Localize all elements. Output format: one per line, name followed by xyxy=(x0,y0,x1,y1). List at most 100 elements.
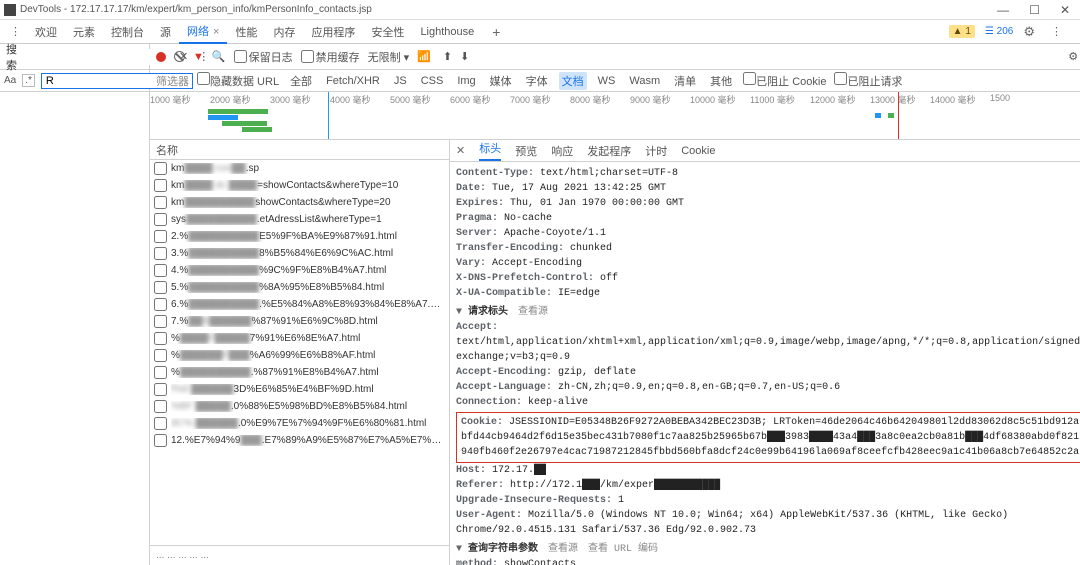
filter-media[interactable]: 媒体 xyxy=(487,72,515,90)
table-row[interactable]: 4.%██████████%9C%9F%E8%B4%A7.html xyxy=(150,262,449,279)
dtab-cookies[interactable]: Cookie xyxy=(681,145,715,157)
filter-other[interactable]: 其他 xyxy=(707,72,735,90)
view-source-link[interactable]: 查看源 xyxy=(518,305,548,320)
table-row[interactable]: 3.%██████████8%B5%84%E6%9C%AC.html xyxy=(150,245,449,262)
blocked-req-checkbox[interactable]: 已阻止请求 xyxy=(834,72,902,89)
query-string-section[interactable]: ▼查询字符串参数查看源查看 URL 编码 xyxy=(456,542,1080,557)
kebab-icon[interactable]: ⋮ xyxy=(4,25,27,38)
tab-sources[interactable]: 源 xyxy=(152,20,179,44)
table-row[interactable]: km████ con██.sp xyxy=(150,160,449,177)
table-row[interactable]: f%8 ██████3D%E6%85%E4%BF%9D.html xyxy=(150,381,449,398)
row-checkbox[interactable] xyxy=(154,162,167,175)
table-row[interactable]: km██████████showContacts&whereType=20 xyxy=(150,194,449,211)
view-url-encoded-link[interactable]: 查看 URL 编码 xyxy=(588,542,658,557)
wifi-icon[interactable]: 📶 xyxy=(417,50,431,63)
tab-application[interactable]: 应用程序 xyxy=(303,20,363,44)
tab-console[interactable]: 控制台 xyxy=(103,20,152,44)
row-checkbox[interactable] xyxy=(154,213,167,226)
tab-lighthouse[interactable]: Lighthouse xyxy=(412,22,482,42)
window-max-button[interactable]: ☐ xyxy=(1023,3,1046,17)
tab-memory[interactable]: 内存 xyxy=(265,20,303,44)
filter-fetchxhr[interactable]: Fetch/XHR xyxy=(323,74,383,88)
network-toolbar: ▼ 🔍 保留日志 禁用缓存 无限制 ▾ 📶 ⬆ ⬇ ⚙ xyxy=(150,44,1080,70)
row-checkbox[interactable] xyxy=(154,230,167,243)
row-checkbox[interactable] xyxy=(154,247,167,260)
table-row[interactable]: %████F█████7%91%E6%8E%A7.html xyxy=(150,330,449,347)
table-row[interactable]: 2.%██████████E5%9F%BA%E9%87%91.html xyxy=(150,228,449,245)
filter-all[interactable]: 全部 xyxy=(287,72,315,90)
filter-img[interactable]: Img xyxy=(454,74,478,88)
upload-icon[interactable]: ⬆ xyxy=(443,50,452,63)
row-checkbox[interactable] xyxy=(154,349,167,362)
table-row[interactable]: 9C% ██████.0%E9%7E%7%94%9F%E6%80%81.html xyxy=(150,415,449,432)
block-cookie-checkbox[interactable]: 已阻止 Cookie xyxy=(743,72,826,89)
message-badge[interactable]: ☰ 206 xyxy=(985,26,1013,37)
tab-welcome[interactable]: 欢迎 xyxy=(27,20,65,44)
req-uir: Upgrade-Insecure-Requests: 1 xyxy=(456,493,1080,508)
table-row[interactable]: 7.%██B██████%87%91%E6%9C%8D.html xyxy=(150,313,449,330)
filter-wasm[interactable]: Wasm xyxy=(626,74,663,88)
row-checkbox[interactable] xyxy=(154,315,167,328)
row-checkbox[interactable] xyxy=(154,417,167,430)
filter-css[interactable]: CSS xyxy=(418,74,447,88)
dtab-timing[interactable]: 计时 xyxy=(645,143,667,159)
table-row[interactable]: %██████F███%A6%99%E6%B8%AF.html xyxy=(150,347,449,364)
match-case-toggle[interactable]: Aa xyxy=(4,75,16,86)
table-row[interactable]: sys██████████.etAdressList&whereType=1 xyxy=(150,211,449,228)
add-tab-button[interactable]: + xyxy=(482,24,510,40)
regex-toggle[interactable]: .* xyxy=(22,74,35,87)
dtab-initiator[interactable]: 发起程序 xyxy=(587,143,631,159)
row-checkbox[interactable] xyxy=(154,400,167,413)
download-icon[interactable]: ⬇ xyxy=(460,50,469,63)
kebab-icon[interactable]: ⋮ xyxy=(1045,25,1068,38)
close-detail-button[interactable]: ✕ xyxy=(456,144,465,157)
row-checkbox[interactable] xyxy=(154,264,167,277)
filter-input[interactable]: 筛选器 xyxy=(156,73,189,89)
filter-icon[interactable]: ▼ xyxy=(193,51,204,63)
search-icon[interactable]: 🔍 xyxy=(212,50,226,63)
dtab-headers[interactable]: 标头 xyxy=(479,140,501,161)
gear-icon[interactable]: ⚙ xyxy=(1023,24,1035,40)
table-row[interactable]: 6.%██████████.%E5%84%A8%E8%93%84%E8%A7.h… xyxy=(150,296,449,313)
row-checkbox[interactable] xyxy=(154,332,167,345)
dtab-preview[interactable]: 预览 xyxy=(515,143,537,159)
gear-icon[interactable]: ⚙ xyxy=(1068,50,1080,63)
row-checkbox[interactable] xyxy=(154,366,167,379)
table-row[interactable]: km████ dc ████=showContacts&whereType=10 xyxy=(150,177,449,194)
filter-js[interactable]: JS xyxy=(391,74,410,88)
request-headers-section[interactable]: ▼请求标头查看源 xyxy=(456,305,1080,320)
table-row[interactable]: 12.%E7%94%9███.E7%89%A9%E5%87%E7%A5%E7%E… xyxy=(150,432,449,449)
tab-performance[interactable]: 性能 xyxy=(227,20,265,44)
table-row[interactable]: 5.%██████████%8A%95%E8%B5%84.html xyxy=(150,279,449,296)
warning-badge[interactable]: ▲ 1 xyxy=(949,25,975,38)
req-user-agent: User-Agent: Mozilla/5.0 (Windows NT 10.0… xyxy=(456,508,1080,538)
preserve-log-checkbox[interactable]: 保留日志 xyxy=(234,49,293,65)
close-icon[interactable]: × xyxy=(213,26,219,38)
dtab-response[interactable]: 响应 xyxy=(551,143,573,159)
row-checkbox[interactable] xyxy=(154,298,167,311)
table-row[interactable]: %BF █████.0%88%E5%98%BD%E8%B5%84.html xyxy=(150,398,449,415)
row-checkbox[interactable] xyxy=(154,196,167,209)
tab-network[interactable]: 网络× xyxy=(179,19,227,44)
row-checkbox[interactable] xyxy=(154,179,167,192)
table-row[interactable]: %██████████.%87%91%E8%B4%A7.html xyxy=(150,364,449,381)
filter-manifest[interactable]: 清单 xyxy=(671,72,699,90)
window-close-button[interactable]: ✕ xyxy=(1054,3,1076,17)
record-button[interactable] xyxy=(156,52,166,62)
row-checkbox[interactable] xyxy=(154,434,167,447)
clear-button[interactable] xyxy=(174,51,185,62)
filter-ws[interactable]: WS xyxy=(595,74,619,88)
disable-cache-checkbox[interactable]: 禁用缓存 xyxy=(301,49,360,65)
row-checkbox[interactable] xyxy=(154,383,167,396)
filter-doc[interactable]: 文档 xyxy=(559,72,587,90)
tab-elements[interactable]: 元素 xyxy=(65,20,103,44)
throttle-select[interactable]: 无限制 ▾ xyxy=(368,49,410,65)
network-timeline[interactable]: 1000 毫秒2000 毫秒3000 毫秒4000 毫秒5000 毫秒6000 … xyxy=(150,92,1080,140)
tab-security[interactable]: 安全性 xyxy=(363,20,412,44)
hide-data-url-checkbox[interactable]: 隐藏数据 URL xyxy=(197,72,279,89)
filter-font[interactable]: 字体 xyxy=(523,72,551,90)
view-source-link[interactable]: 查看源 xyxy=(548,542,578,557)
row-checkbox[interactable] xyxy=(154,281,167,294)
column-name[interactable]: 名称 xyxy=(150,140,449,160)
window-min-button[interactable]: — xyxy=(991,3,1015,17)
